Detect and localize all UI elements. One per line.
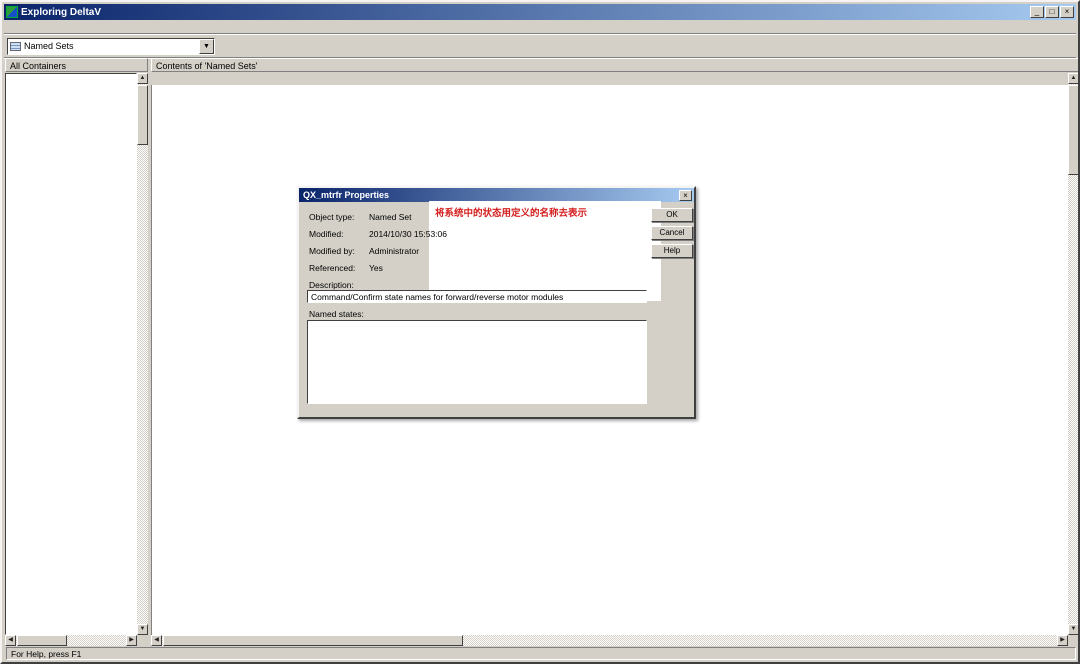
field-value: Named Set (369, 212, 412, 222)
table-vertical-scrollbar[interactable]: ▲ ▼ (1068, 73, 1079, 635)
scroll-down-icon[interactable]: ▼ (1068, 624, 1079, 635)
field-value: Yes (369, 263, 383, 273)
field-label: Object type: (309, 212, 369, 222)
scroll-left-icon[interactable]: ◀ (5, 635, 16, 646)
dialog-close-icon[interactable]: × (679, 190, 692, 201)
tree-vertical-scrollbar[interactable]: ▲ ▼ (137, 73, 148, 635)
field-label: Modified: (309, 229, 369, 239)
field-label: Referenced: (309, 263, 369, 273)
dialog-title-bar: QX_mtrfr Properties × (299, 188, 694, 202)
exploring-deltav-window: Exploring DeltaV _ □ × Named Sets ▼ All … (0, 0, 1080, 664)
right-pane-header: Contents of 'Named Sets' (151, 58, 1079, 72)
field-label: Modified by: (309, 246, 369, 256)
toolbar: Named Sets ▼ (4, 35, 1076, 58)
properties-dialog: QX_mtrfr Properties × 将系统中的状态用定义的名称去表示 O… (297, 186, 696, 419)
minimize-button[interactable]: _ (1030, 6, 1044, 18)
scroll-down-icon[interactable]: ▼ (137, 624, 148, 635)
modified-field: Modified: 2014/10/30 15:53:06 (309, 229, 447, 239)
app-logo-icon (6, 6, 18, 18)
left-pane-header: All Containers (5, 58, 148, 72)
table-column-headers (151, 73, 1068, 85)
cancel-button[interactable]: Cancel (651, 226, 693, 240)
chevron-down-icon[interactable]: ▼ (199, 39, 214, 54)
named-states-label: Named states: (309, 309, 364, 319)
container-tree (5, 73, 137, 635)
scroll-thumb[interactable] (17, 635, 67, 646)
scroll-up-icon[interactable]: ▲ (1068, 73, 1079, 84)
annotation-whitebox: 将系统中的状态用定义的名称去表示 (429, 201, 661, 301)
description-input[interactable]: Command/Confirm state names for forward/… (307, 290, 647, 303)
object-type-combo[interactable]: Named Sets ▼ (7, 38, 215, 55)
referenced-field: Referenced: Yes (309, 263, 383, 273)
scroll-thumb[interactable] (137, 85, 148, 145)
named-states-table (307, 320, 647, 404)
combo-value: Named Sets (24, 41, 199, 51)
menu-bar (4, 20, 1076, 34)
window-title: Exploring DeltaV (21, 7, 1029, 18)
scroll-thumb[interactable] (1068, 85, 1079, 175)
modified-by-field: Modified by: Administrator (309, 246, 419, 256)
dialog-annotation: 将系统中的状态用定义的名称去表示 (429, 201, 661, 219)
scroll-thumb[interactable] (163, 635, 463, 646)
named-set-icon (10, 42, 21, 51)
close-button[interactable]: × (1060, 6, 1074, 18)
scroll-right-icon[interactable]: ▶ (126, 635, 137, 646)
containers-pane: All Containers ▲ ▼ ◀ ▶ (5, 58, 148, 646)
scroll-left-icon[interactable]: ◀ (151, 635, 162, 646)
help-button[interactable]: Help (651, 244, 693, 258)
field-value: 2014/10/30 15:53:06 (369, 229, 447, 239)
ok-button[interactable]: OK (651, 208, 693, 222)
title-bar: Exploring DeltaV _ □ × (4, 4, 1076, 20)
field-value: Administrator (369, 246, 419, 256)
description-label: Description: (309, 280, 354, 290)
table-horizontal-scrollbar[interactable]: ◀ ▶ (151, 635, 1068, 646)
maximize-button[interactable]: □ (1045, 6, 1059, 18)
status-bar: For Help, press F1 (4, 646, 1076, 660)
scroll-right-icon[interactable]: ▶ (1057, 635, 1068, 646)
object-type-field: Object type: Named Set (309, 212, 412, 222)
dialog-title: QX_mtrfr Properties (301, 190, 679, 200)
status-help-text: For Help, press F1 (6, 647, 1076, 660)
scroll-up-icon[interactable]: ▲ (137, 73, 148, 84)
tree-horizontal-scrollbar[interactable]: ◀ ▶ (5, 635, 137, 646)
